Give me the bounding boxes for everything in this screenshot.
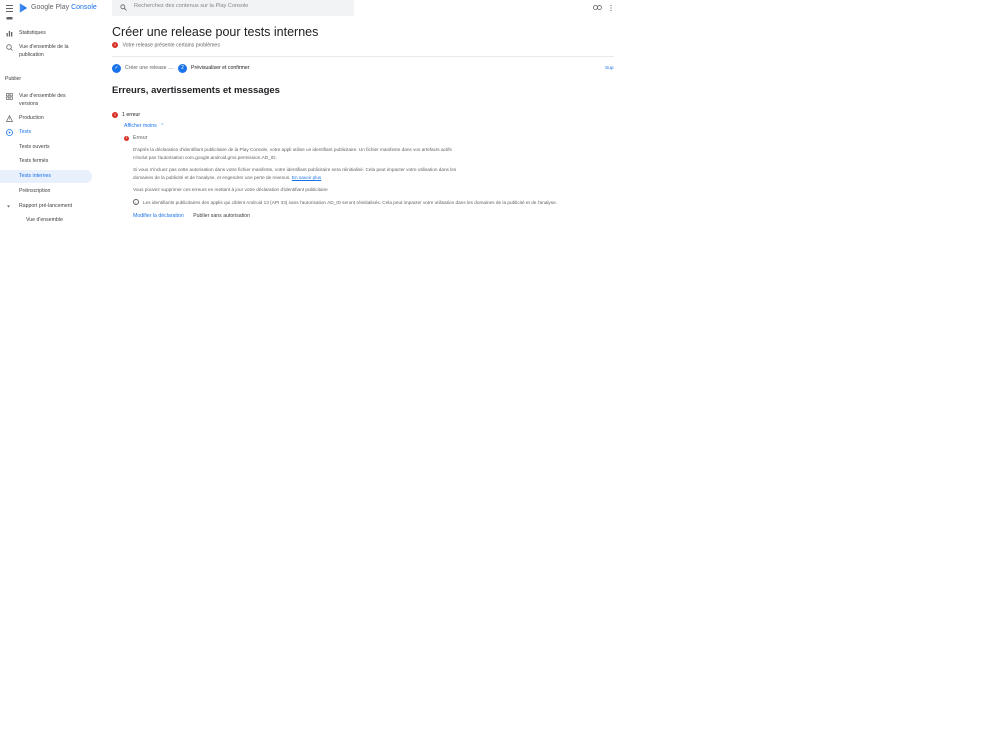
sidebar-nav: Google Play Console Statistiques Vue d'e… — [0, 0, 97, 750]
sidebar-item-label: Production — [19, 115, 44, 121]
error-actions: Modifier la déclaration Publier sans aut… — [133, 213, 250, 219]
sidebar-item-preinscription[interactable]: Préinscription — [0, 188, 92, 196]
error-icon: ! — [124, 135, 129, 141]
error-heading-text: Erreur — [133, 135, 148, 141]
sidebar-item-label: Tests ouverts — [19, 144, 50, 150]
sidebar-item-label: Statistiques — [19, 30, 46, 36]
divider — [112, 56, 614, 57]
step-action-link[interactable]: Sup — [605, 66, 614, 71]
sidebar-section-publier: Publier — [5, 76, 22, 82]
play-circle-icon — [6, 129, 13, 136]
error-heading: ! Erreur — [124, 135, 147, 141]
search-input[interactable] — [134, 3, 334, 9]
sidebar-item-tests-internes[interactable]: Tests internes — [0, 170, 92, 183]
release-status: ! Votre release présente certains problè… — [112, 42, 220, 48]
sidebar-item-label: Rapport pré-lancement — [19, 203, 73, 209]
step-previsualiser-confirmer[interactable]: 2 Prévisualiser et confirmer — [178, 63, 250, 73]
brand-title[interactable]: Google Play Console — [31, 4, 97, 11]
sidebar-item-statistiques[interactable]: Statistiques — [0, 30, 92, 38]
sidebar-item-vue-ensemble-versions[interactable]: Vue d'ensemble des versions — [0, 93, 92, 109]
modify-declaration-button[interactable]: Modifier la déclaration — [133, 213, 184, 219]
toggle-label: Afficher moins — [124, 123, 157, 129]
error-count-text: 1 erreur — [122, 112, 141, 118]
more-vert-icon[interactable] — [609, 4, 613, 12]
sidebar-item-label: Tests — [19, 129, 32, 135]
bar-chart-icon — [6, 31, 13, 37]
sidebar-item-tests-fermes[interactable]: Tests fermés — [0, 158, 92, 166]
sidebar-item-tests[interactable]: Tests — [0, 129, 92, 137]
sidebar-item-label: Vue d'ensemble de la publication — [19, 44, 69, 58]
caret-down-icon[interactable] — [6, 204, 11, 209]
step-label: Créer une release — [125, 65, 167, 71]
search-bar[interactable] — [112, 0, 354, 16]
sidebar-item-label: Préinscription — [19, 188, 51, 194]
sidebar-item-rapport-pre-lancement[interactable]: Rapport pré-lancement — [0, 203, 92, 211]
error-resolution: Vous pouvez supprimer ces erreurs en met… — [133, 187, 328, 192]
step-creer-release[interactable]: ✓ Créer une release — [112, 63, 167, 73]
error-icon: ! — [112, 42, 118, 48]
google-play-logo-icon[interactable] — [19, 3, 28, 13]
menu-icon[interactable] — [6, 5, 13, 12]
release-status-text: Votre release présente certains problème… — [122, 42, 220, 49]
chevron-up-icon: ⌃ — [160, 123, 165, 129]
info-text: Les identifiants publicitaires des appli… — [143, 199, 557, 205]
grid-icon — [6, 93, 13, 100]
sidebar-item-label: Vue d'ensemble des versions — [19, 93, 66, 107]
show-less-toggle[interactable]: Afficher moins ⌃ — [124, 123, 165, 129]
sidebar-item-tests-ouverts[interactable]: Tests ouverts — [0, 144, 92, 152]
publishing-overview-icon — [6, 44, 13, 51]
error-description: D'après la déclaration d'identifiant pub… — [133, 147, 452, 161]
search-icon[interactable] — [120, 4, 127, 11]
sidebar-item-production[interactable]: Production — [0, 115, 92, 123]
page-title: Créer une release pour tests internes — [112, 25, 319, 39]
sidebar-item-label: Tests fermés — [19, 158, 49, 164]
error-count: ! 1 erreur — [112, 112, 140, 118]
app-header: Google Play Console — [0, 0, 97, 17]
checkmark-icon: ✓ — [112, 63, 121, 73]
learn-more-link[interactable]: En savoir plus — [292, 175, 321, 180]
warning-triangle-icon — [6, 115, 13, 122]
brand-suffix: Console — [71, 4, 97, 11]
sidebar-item-vue-ensemble[interactable]: Vue d'ensemble — [0, 217, 92, 225]
error-icon: ! — [112, 112, 118, 118]
step-label: Prévisualiser et confirmer — [191, 65, 250, 71]
step-connector — [168, 68, 174, 69]
sidebar-item-label: Tests internes — [19, 173, 52, 179]
link-icon[interactable] — [593, 4, 602, 11]
section-title: Erreurs, avertissements et messages — [112, 85, 280, 96]
publish-without-permission-button[interactable]: Publier sans autorisation — [193, 213, 250, 219]
info-message: i Les identifiants publicitaires des app… — [133, 199, 557, 205]
brand-name: Google Play — [31, 4, 70, 11]
error-impact: Si vous n'incluez pas cette autorisation… — [133, 166, 463, 183]
sidebar-item-vue-ensemble-publication[interactable]: Vue d'ensemble de la publication — [0, 44, 92, 60]
sidebar-item-label: Vue d'ensemble — [26, 217, 63, 223]
step-number: 2 — [178, 63, 187, 73]
info-icon: i — [133, 199, 139, 205]
